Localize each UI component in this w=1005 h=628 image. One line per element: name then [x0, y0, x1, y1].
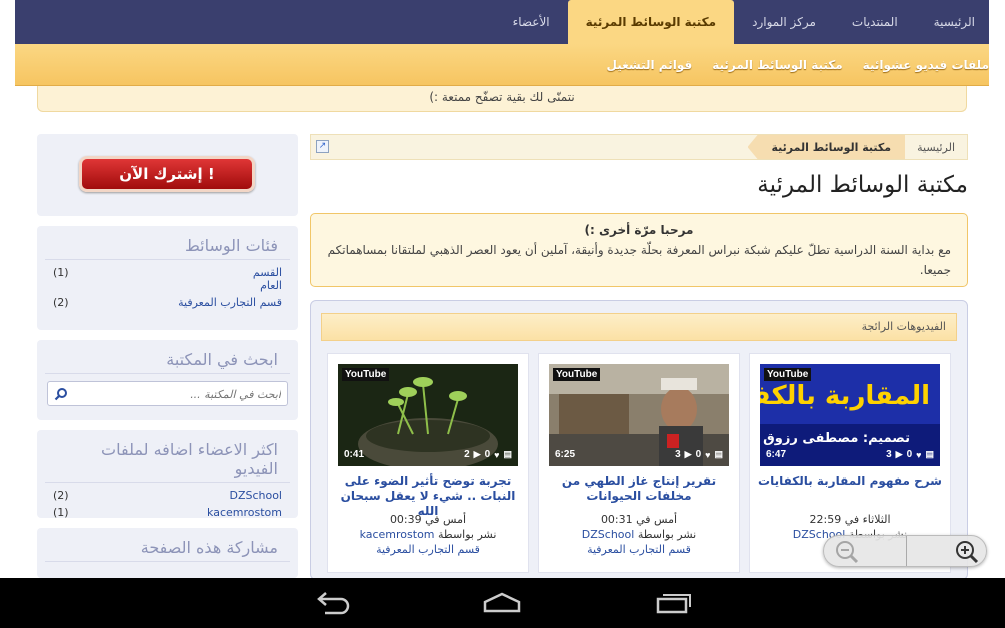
welcome-box: مرحبا مرّة أخرى :) مع بداية السنة الدراس… — [310, 213, 968, 287]
system-navigation-bar — [0, 578, 1005, 628]
back-icon[interactable] — [313, 590, 353, 616]
category-item[interactable]: قسم التجارب المعرفية (2) — [37, 294, 298, 311]
video-meta: أمس في 00:31 نشر بواسطة DZSchool قسم الت… — [545, 512, 733, 557]
search-box — [47, 381, 288, 406]
video-thumbnail[interactable]: YouTube 6:25 3 ▶ 0 ♥ ▤ — [549, 364, 729, 466]
welcome-body: مع بداية السنة الدراسية تطلّ عليكم شبكة … — [327, 243, 951, 277]
recent-apps-icon[interactable] — [653, 590, 693, 616]
share-panel: مشاركة هذه الصفحة — [37, 528, 298, 578]
top-members-title: اكثر الاعضاء اضافه لملفات الفيديو — [45, 430, 290, 483]
youtube-badge: YouTube — [342, 368, 390, 381]
subscribe-button[interactable]: إشترك الآن ! — [79, 156, 255, 192]
video-duration: 6:25 — [555, 449, 576, 460]
member-name[interactable]: DZSchool — [229, 489, 282, 502]
play-icon: ▶ — [684, 449, 692, 459]
category-item[interactable]: القسم العام (1) — [37, 260, 298, 294]
subnav-playlists[interactable]: قوائم التشغيل — [597, 58, 703, 72]
search-title: ابحث في المكتبة — [45, 340, 290, 374]
trending-videos-heading: الفيديوهات الرائجة — [321, 313, 957, 341]
search-panel: ابحث في المكتبة — [37, 340, 298, 420]
comment-icon: ▤ — [925, 449, 934, 459]
video-card: YouTube 0:41 2 ▶ 0 ♥ ▤ تجربة توضح تأثير ال… — [327, 353, 529, 573]
share-title: مشاركة هذه الصفحة — [45, 528, 290, 562]
nav-forums[interactable]: المنتديات — [834, 0, 916, 44]
video-category[interactable]: قسم التجارب المعرفية — [545, 542, 733, 557]
welcome-title: مرحبا مرّة أخرى :) — [584, 223, 694, 237]
play-icon: ▶ — [473, 449, 481, 459]
video-stats: 3 ▶ 0 ♥ ▤ — [675, 449, 723, 460]
video-category[interactable]: قسم التجارب المعرفية — [334, 542, 522, 557]
top-navigation: الرئيسية المنتديات مركز الموارد مكتبة ال… — [15, 0, 989, 44]
by-label: نشر بواسطة — [637, 528, 697, 541]
breadcrumb-current[interactable]: مكتبة الوسائط المرئية — [747, 135, 906, 159]
view-count: 3 — [675, 449, 681, 460]
thumbnail-caption: تصميم: مصطفى رزوق — [763, 431, 910, 446]
nav-home[interactable]: الرئيسية — [916, 0, 989, 44]
thumbnail-heading: المقاربة بالكفايات — [760, 381, 930, 411]
zoom-in-icon[interactable] — [954, 539, 980, 565]
video-time: الثلاثاء في 22:59 — [809, 513, 891, 526]
breadcrumb-home[interactable]: الرئيسية — [905, 141, 967, 154]
category-label[interactable]: القسم العام — [242, 266, 282, 292]
view-count: 2 — [464, 449, 470, 460]
play-icon: ▶ — [895, 449, 903, 459]
categories-title: فئات الوسائط — [45, 226, 290, 260]
external-link-icon[interactable]: ↗ — [316, 140, 329, 153]
like-count: 0 — [906, 449, 913, 460]
video-duration: 6:47 — [766, 449, 787, 460]
top-members-panel: اكثر الاعضاء اضافه لملفات الفيديو DZScho… — [37, 430, 298, 521]
page: الرئيسية المنتديات مركز الموارد مكتبة ال… — [0, 0, 1005, 628]
view-count: 3 — [886, 449, 892, 460]
video-stats: 3 ▶ 0 ♥ ▤ — [886, 449, 934, 460]
video-time: أمس في 00:39 — [389, 513, 467, 526]
breadcrumb: الرئيسية مكتبة الوسائط المرئية — [310, 134, 968, 160]
like-count: 0 — [695, 449, 702, 460]
search-input[interactable] — [81, 383, 281, 405]
heart-icon: ♥ — [916, 449, 922, 460]
home-icon[interactable] — [482, 590, 522, 616]
youtube-badge: YouTube — [764, 368, 812, 381]
youtube-badge: YouTube — [553, 368, 601, 381]
zoom-control — [823, 535, 987, 567]
member-count: (1) — [53, 506, 69, 519]
comment-icon: ▤ — [714, 449, 723, 459]
by-label: نشر بواسطة — [438, 528, 497, 541]
video-author[interactable]: kacemrostom — [360, 528, 435, 541]
search-icon[interactable] — [54, 387, 68, 401]
member-item[interactable]: DZSchool (2) — [37, 483, 298, 504]
zoom-out-icon[interactable] — [834, 539, 860, 565]
nav-resource-center[interactable]: مركز الموارد — [734, 0, 834, 44]
video-thumbnail[interactable]: المقاربة بالكفايات تصميم: مصطفى رزوق You… — [760, 364, 940, 466]
heart-icon: ♥ — [705, 449, 711, 460]
video-thumbnail[interactable]: YouTube 0:41 2 ▶ 0 ♥ ▤ — [338, 364, 518, 466]
comment-icon: ▤ — [503, 449, 512, 459]
zoom-divider — [906, 536, 907, 566]
subnav-media-library[interactable]: مكتبة الوسائط المرئية — [702, 58, 852, 72]
video-stats: 2 ▶ 0 ♥ ▤ — [464, 449, 512, 460]
video-meta: أمس في 00:39 نشر بواسطة kacemrostom قسم … — [334, 512, 522, 557]
video-card: YouTube 6:25 3 ▶ 0 ♥ ▤ تقرير إنتاج غاز الط… — [538, 353, 740, 573]
nav-members[interactable]: الأعضاء — [495, 0, 568, 44]
subnav-random-videos[interactable]: ملفات فيديو عشوائية — [853, 58, 989, 72]
video-duration: 0:41 — [344, 449, 365, 460]
video-time: أمس في 00:31 — [600, 513, 678, 526]
category-count: (1) — [53, 266, 69, 279]
categories-panel: فئات الوسائط القسم العام (1) قسم التجارب… — [37, 226, 298, 330]
video-title[interactable]: تقرير إنتاج غاز الطهي من مخلفات الحيوانا… — [547, 474, 731, 504]
video-author[interactable]: DZSchool — [582, 528, 635, 541]
category-label[interactable]: قسم التجارب المعرفية — [178, 296, 282, 309]
like-count: 0 — [484, 449, 491, 460]
notice-bar: نتمنّى لك بقية تصفّح ممتعة :) — [37, 86, 967, 112]
member-count: (2) — [53, 489, 69, 502]
category-count: (2) — [53, 296, 69, 309]
video-title[interactable]: شرح مفهوم المقاربة بالكفايات — [758, 474, 942, 489]
sub-navigation: ملفات فيديو عشوائية مكتبة الوسائط المرئي… — [15, 44, 989, 86]
member-item[interactable]: kacemrostom (1) — [37, 504, 298, 521]
member-name[interactable]: kacemrostom — [207, 506, 282, 519]
nav-media-library[interactable]: مكتبة الوسائط المرئية — [567, 0, 735, 44]
page-title: مكتبة الوسائط المرئية — [757, 172, 968, 198]
heart-icon: ♥ — [494, 449, 500, 460]
